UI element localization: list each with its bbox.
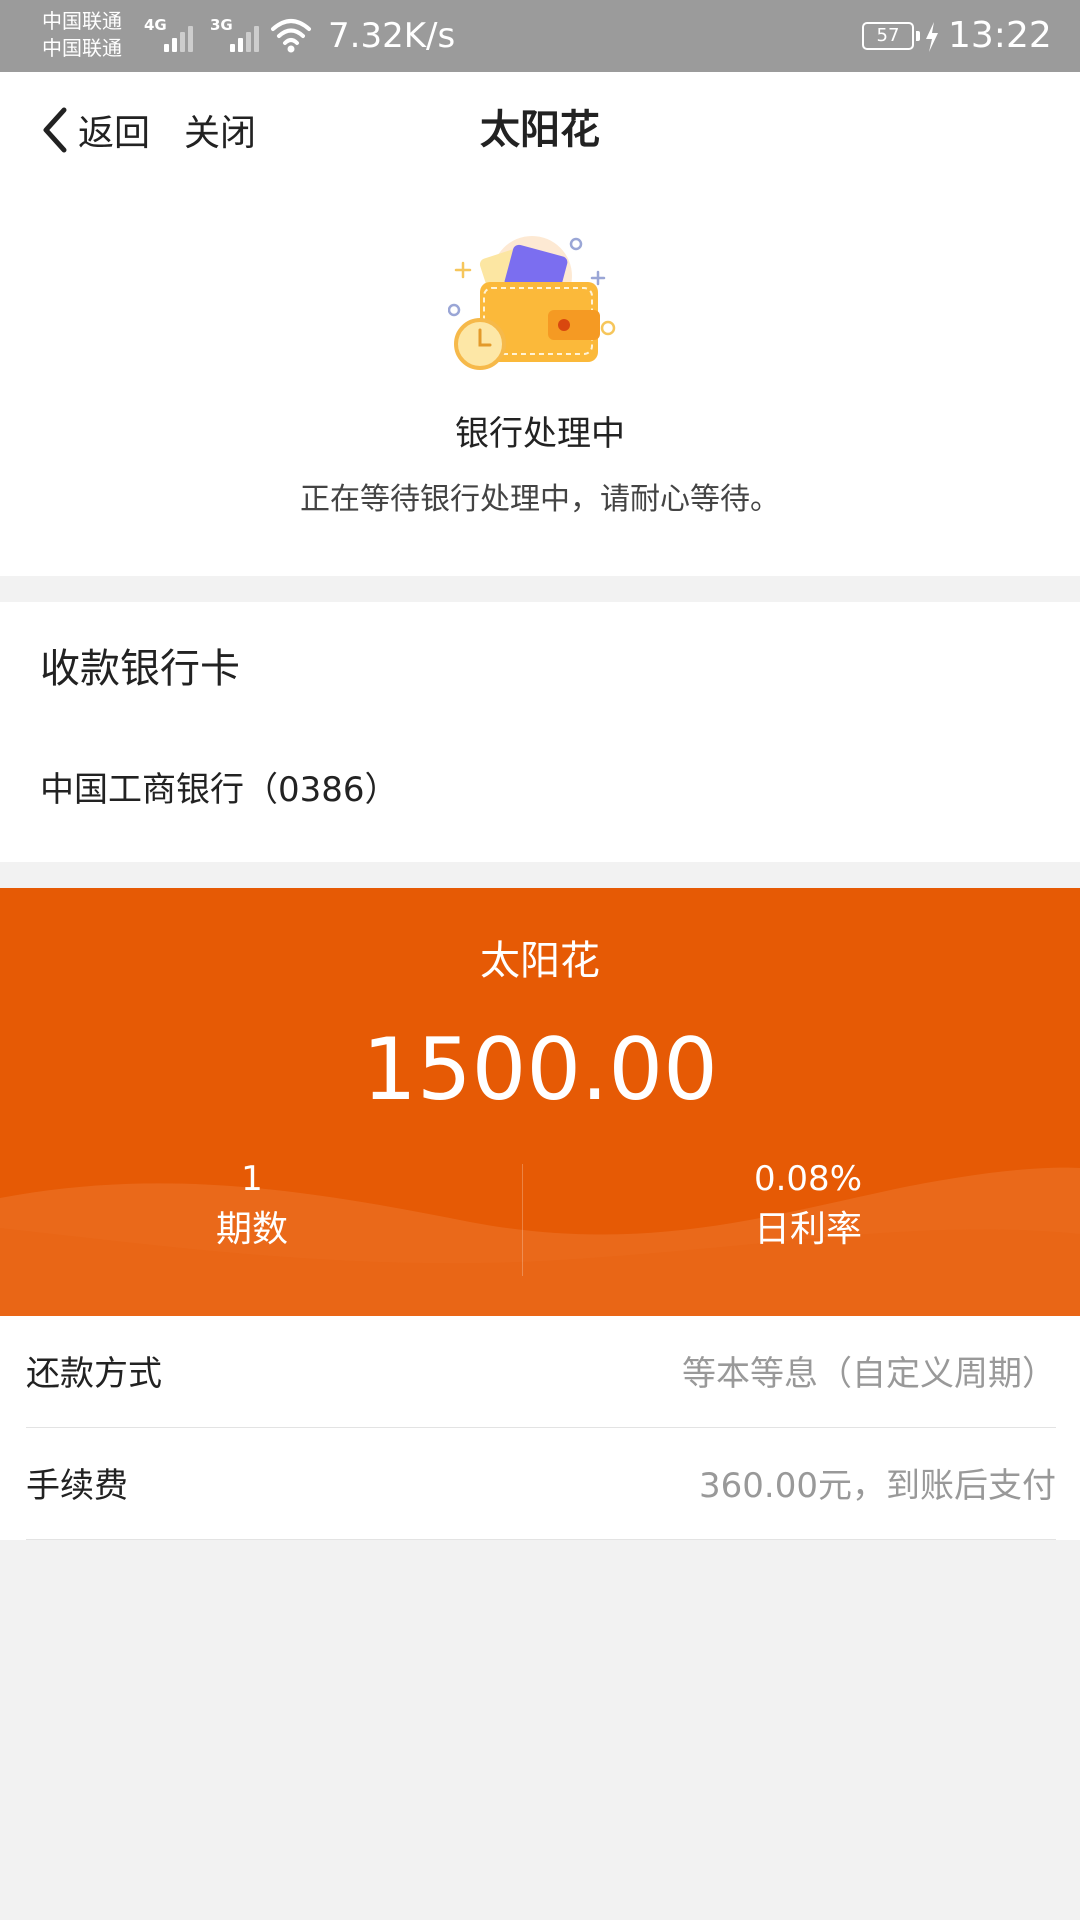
network-speed: 7.32K/s — [328, 16, 456, 56]
daily-rate-label: 日利率 — [753, 1209, 862, 1250]
stat-divider — [522, 1164, 523, 1276]
daily-rate-value: 0.08% — [753, 1159, 862, 1199]
close-button[interactable]: 关闭 — [184, 98, 256, 162]
loan-amount: 1500.00 — [362, 1020, 718, 1120]
back-label: 返回 — [78, 113, 151, 154]
battery-cap — [916, 31, 920, 41]
detail-value: 等本等息（自定义周期） — [682, 1354, 1056, 1394]
periods-label: 期数 — [215, 1209, 288, 1250]
nav-bar: 返回 关闭 太阳花 — [0, 72, 1080, 188]
battery-icon: 57 — [862, 22, 914, 50]
chevron-left-icon — [43, 107, 67, 153]
detail-value: 360.00元，到账后支付 — [699, 1466, 1056, 1506]
processing-status: 银行处理中 正在等待银行处理中，请耐心等待。 — [0, 188, 1080, 576]
page-title: 太阳花 — [480, 107, 600, 153]
loan-product-name: 太阳花 — [480, 938, 600, 984]
back-button[interactable]: 返回 — [40, 98, 150, 162]
receiving-card-section: 收款银行卡 中国工商银行（0386） — [0, 602, 1080, 862]
charging-bolt-icon — [926, 22, 938, 52]
detail-row-repayment-method: 还款方式 等本等息（自定义周期） — [26, 1316, 1056, 1428]
carrier-names: 中国联通 中国联通 — [42, 8, 122, 62]
detail-label: 手续费 — [26, 1466, 128, 1506]
wifi-icon — [271, 19, 311, 53]
carrier-2: 中国联通 — [42, 36, 122, 60]
status-title: 银行处理中 — [455, 414, 625, 454]
stat-periods: 1 期数 — [0, 1156, 522, 1258]
status-bar: 中国联通 中国联通 4G 3G 7.32K/s 57 13:22 — [0, 0, 1080, 72]
detail-row-fee: 手续费 360.00元，到账后支付 — [26, 1428, 1056, 1540]
stat-daily-rate: 0.08% 日利率 — [538, 1156, 1078, 1258]
wallet-icon — [448, 236, 616, 370]
card-heading: 收款银行卡 — [40, 646, 240, 692]
close-label: 关闭 — [184, 113, 257, 154]
signal-icon — [164, 24, 204, 52]
clock: 13:22 — [948, 15, 1052, 56]
loan-details: 还款方式 等本等息（自定义周期） 手续费 360.00元，到账后支付 — [0, 1316, 1080, 1540]
card-bank-name: 中国工商银行（0386） — [40, 770, 399, 810]
battery-level: 57 — [876, 25, 900, 46]
detail-label: 还款方式 — [26, 1354, 162, 1394]
signal-icon — [230, 24, 270, 52]
carrier-1: 中国联通 — [42, 9, 122, 33]
status-description: 正在等待银行处理中，请耐心等待。 — [300, 482, 780, 517]
loan-summary-panel: 太阳花 1500.00 1 期数 0.08% 日利率 — [0, 888, 1080, 1316]
periods-value: 1 — [241, 1159, 263, 1199]
